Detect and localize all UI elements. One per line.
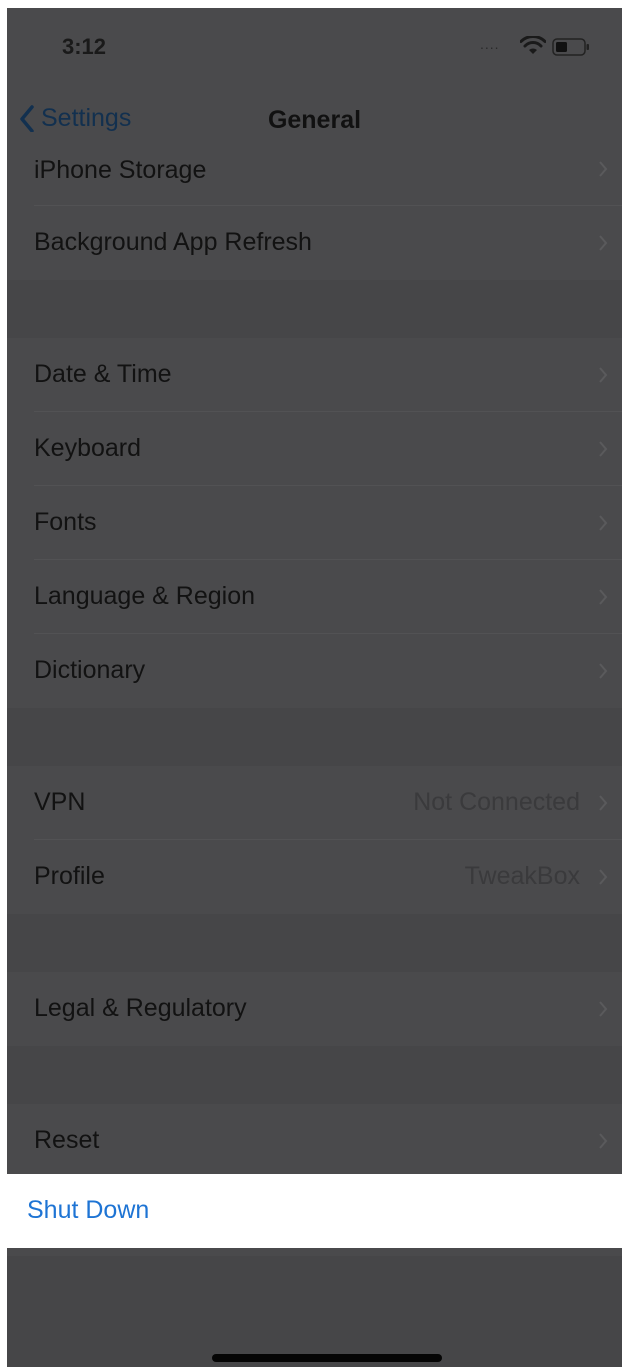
row-dictionary[interactable]: Dictionary — [7, 634, 622, 708]
section-gap — [7, 1046, 622, 1104]
chevron-right-icon — [598, 440, 608, 463]
shut-down-button[interactable]: Shut Down — [0, 1174, 622, 1248]
row-language-region[interactable]: Language & Region — [7, 560, 622, 634]
row-iphone-storage[interactable]: iPhone Storage — [7, 132, 622, 206]
section-gap — [7, 708, 622, 766]
chevron-right-icon — [598, 868, 608, 891]
row-fonts[interactable]: Fonts — [7, 486, 622, 560]
row-background-app-refresh[interactable]: Background App Refresh — [7, 206, 622, 280]
bottom-area — [7, 1256, 622, 1367]
status-bar: 3:12 .... — [7, 8, 622, 88]
status-time: 3:12 — [62, 34, 107, 59]
page-title: General — [267, 106, 362, 134]
section-gap — [7, 914, 622, 972]
chevron-right-icon — [598, 160, 608, 183]
shut-down-label: Shut Down — [27, 1196, 150, 1224]
home-indicator — [212, 1354, 442, 1362]
row-date-time[interactable]: Date & Time — [7, 338, 622, 412]
row-reset[interactable]: Reset — [7, 1104, 622, 1178]
row-label: Profile — [34, 862, 105, 890]
signal-dots: .... — [480, 36, 500, 52]
row-label: iPhone Storage — [34, 156, 207, 184]
row-label: Date & Time — [34, 360, 172, 388]
row-vpn[interactable]: VPN Not Connected — [7, 766, 622, 840]
row-keyboard[interactable]: Keyboard — [7, 412, 622, 486]
row-label: Background App Refresh — [34, 228, 312, 256]
chevron-right-icon — [598, 588, 608, 611]
chevron-right-icon — [598, 662, 608, 685]
row-label: VPN — [34, 788, 86, 816]
chevron-right-icon — [598, 514, 608, 537]
row-label: Reset — [34, 1126, 100, 1154]
chevron-right-icon — [598, 1132, 608, 1155]
chevron-right-icon — [598, 234, 608, 257]
row-value: TweakBox — [464, 862, 580, 890]
row-label: Keyboard — [34, 434, 142, 462]
row-label: Dictionary — [34, 656, 146, 684]
chevron-right-icon — [598, 794, 608, 817]
row-value: Not Connected — [413, 788, 580, 816]
section-gap — [7, 280, 622, 338]
row-legal-regulatory[interactable]: Legal & Regulatory — [7, 972, 622, 1046]
chevron-right-icon — [598, 1000, 608, 1023]
settings-screen: 3:12 .... Settings General iPhone Storag… — [7, 8, 622, 1367]
row-profile[interactable]: Profile TweakBox — [7, 840, 622, 914]
wifi-icon — [519, 35, 547, 61]
row-label: Legal & Regulatory — [34, 994, 247, 1022]
chevron-right-icon — [598, 366, 608, 389]
battery-icon — [552, 38, 590, 61]
row-label: Fonts — [34, 508, 97, 536]
row-label: Language & Region — [34, 582, 256, 610]
